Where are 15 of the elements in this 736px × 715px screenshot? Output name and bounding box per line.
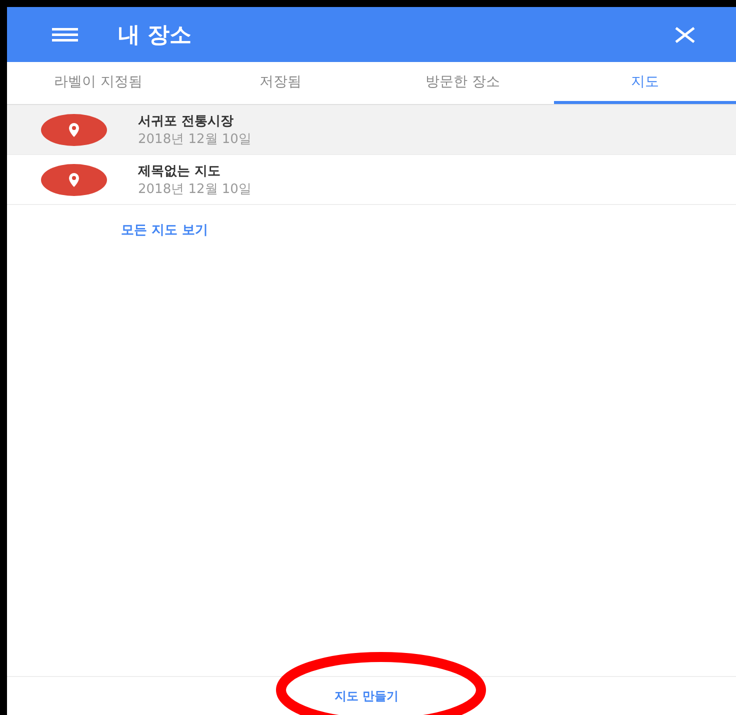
tab[interactable]: 저장됨 bbox=[189, 62, 372, 104]
tab[interactable]: 방문한 장소 bbox=[372, 62, 554, 104]
header-title: 내 장소 bbox=[118, 22, 193, 50]
map-date: 2018년 12월 10일 bbox=[138, 180, 252, 198]
menu-icon[interactable] bbox=[52, 28, 78, 42]
tab[interactable]: 라벨이 지정됨 bbox=[7, 62, 190, 104]
map-name: 제목없는 지도 bbox=[138, 162, 222, 180]
map-date: 2018년 12월 10일 bbox=[138, 130, 252, 148]
map-name: 서귀포 전통시장 bbox=[138, 112, 235, 130]
view-all-maps-link[interactable]: 모든 지도 보기 bbox=[121, 221, 208, 239]
close-icon[interactable] bbox=[674, 26, 696, 42]
map-pin-icon bbox=[40, 162, 108, 196]
map-pin-icon bbox=[40, 112, 108, 146]
create-map-button[interactable]: 지도 만들기 bbox=[326, 684, 407, 708]
map-list-item[interactable]: 서귀포 전통시장 2018년 12월 10일 bbox=[7, 105, 736, 155]
